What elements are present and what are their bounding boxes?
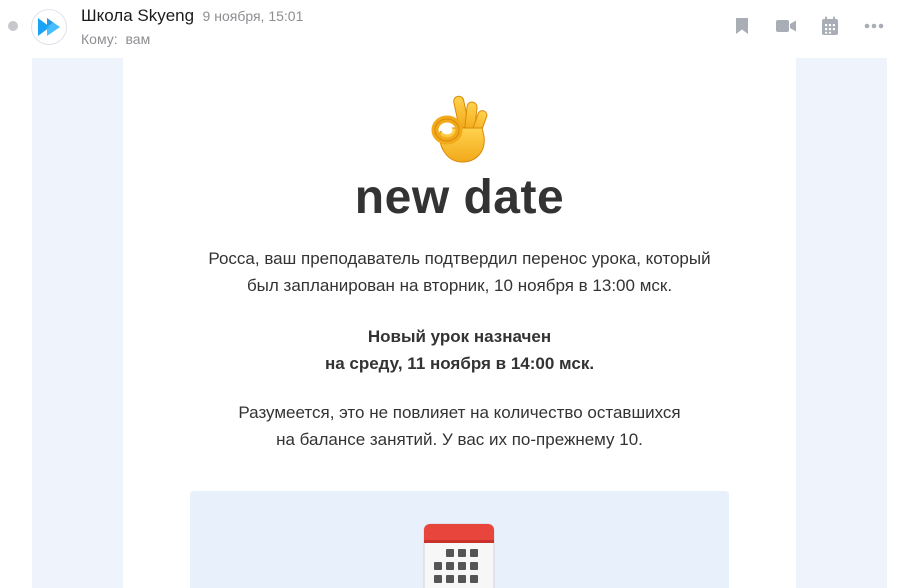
ok-hand-icon — [123, 94, 796, 166]
bookmark-icon — [736, 18, 748, 34]
text-line: на балансе занятий. У вас их по-прежнему… — [276, 430, 643, 449]
skyeng-logo-icon — [38, 18, 60, 36]
recipient-value[interactable]: вам — [126, 31, 151, 47]
add-to-calendar-button[interactable] — [818, 14, 842, 38]
more-button[interactable] — [862, 14, 886, 38]
text-line: был запланирован на вторник, 10 ноября в… — [246, 276, 673, 295]
email-headline: new date — [354, 171, 565, 224]
new-lesson-time-text: Новый урок назначен на среду, 11 ноября … — [163, 323, 756, 377]
video-icon — [776, 20, 796, 32]
calendar-emoji-icon — [423, 523, 495, 588]
text-line: Новый урок назначен — [367, 327, 552, 346]
message-date: 9 ноября, 15:01 — [202, 8, 304, 24]
video-call-button[interactable] — [774, 14, 798, 38]
email-content: new date Росса, ваш преподаватель подтве… — [123, 58, 796, 588]
sender-line: Школа Skyeng 9 ноября, 15:01 — [81, 6, 303, 26]
balance-note-text: Разумеется, это не повлияет на количеств… — [163, 399, 756, 453]
email-viewer: Школа Skyeng 9 ноября, 15:01 Кому: вам n… — [0, 0, 900, 588]
unread-indicator[interactable] — [8, 21, 18, 31]
recipient-line: Кому: вам — [81, 31, 150, 47]
recipient-label: Кому: — [81, 31, 118, 47]
calendar-icon — [822, 16, 838, 35]
sender-name[interactable]: Школа Skyeng — [81, 6, 194, 25]
lesson-info-box — [190, 491, 729, 588]
text-line: Разумеется, это не повлияет на количеств… — [238, 403, 681, 422]
text-line: на среду, 11 ноября в 14:00 мск. — [324, 354, 595, 373]
more-icon — [864, 23, 884, 29]
sender-avatar[interactable] — [31, 9, 67, 45]
text-line: Росса, ваш преподаватель подтвердил пере… — [208, 249, 711, 268]
message-toolbar — [710, 14, 886, 38]
bookmark-button[interactable] — [730, 14, 754, 38]
reschedule-confirmation-text: Росса, ваш преподаватель подтвердил пере… — [163, 245, 756, 299]
